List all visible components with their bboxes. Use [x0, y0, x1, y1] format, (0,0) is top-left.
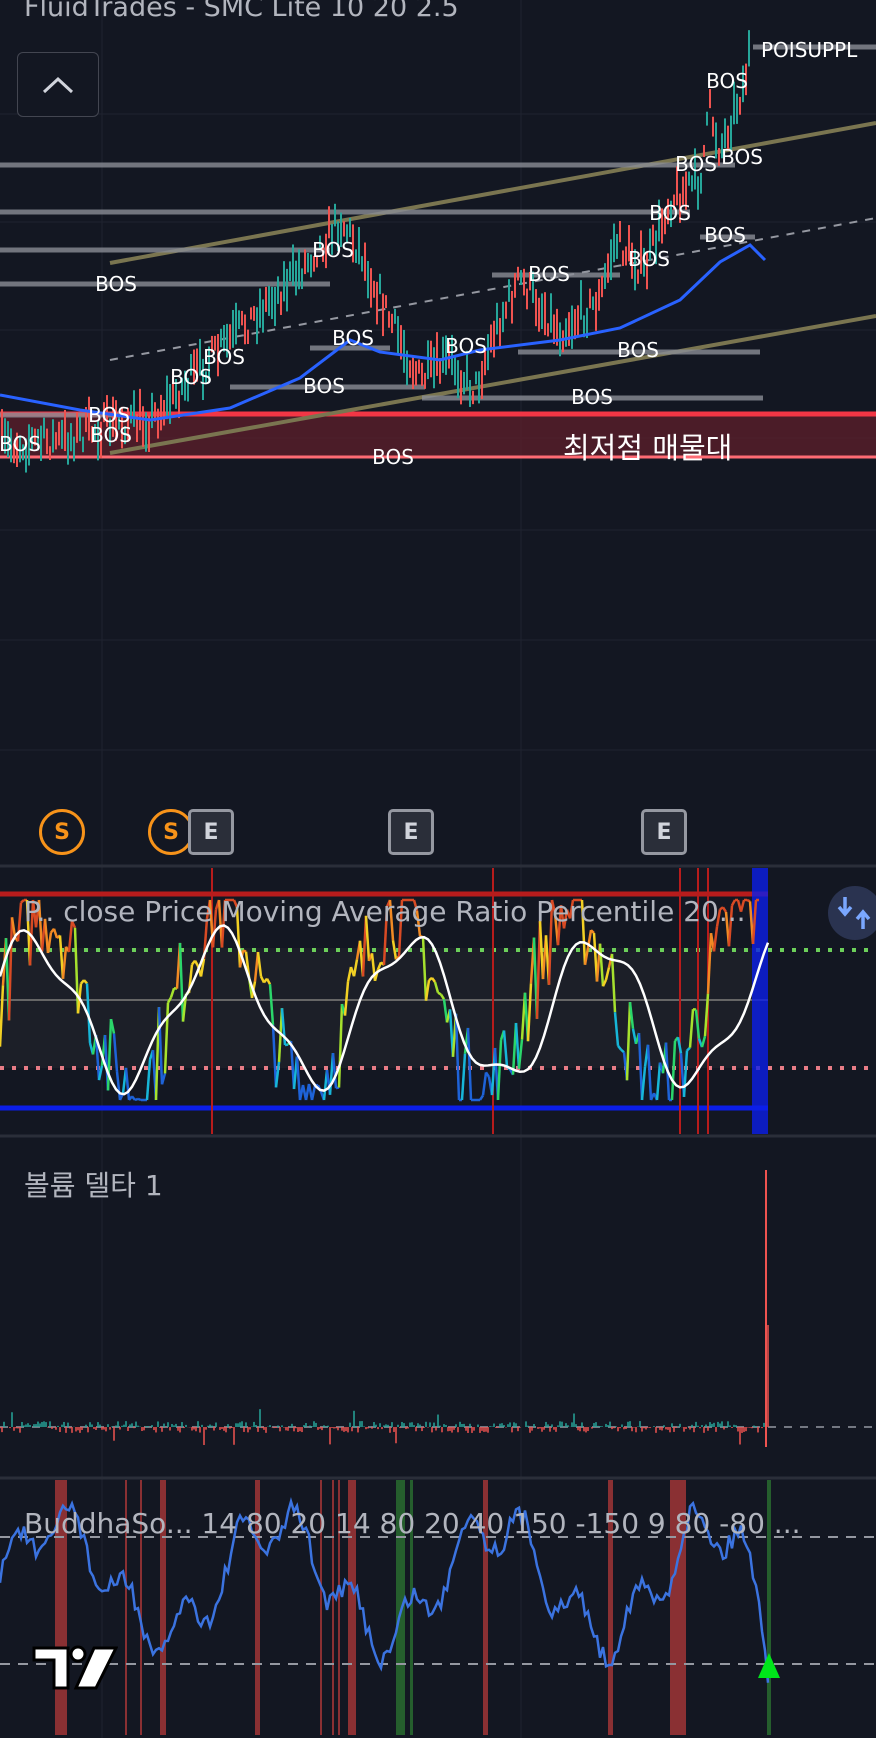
- event-e-marker[interactable]: E: [641, 809, 687, 855]
- bos-label: BOS: [0, 432, 41, 456]
- percentile-panel-label[interactable]: P.. close Price Moving Average Ratio Per…: [24, 895, 746, 928]
- bos-label: BOS: [332, 326, 374, 350]
- volume-delta-label[interactable]: 볼륨 델타 1: [24, 1164, 163, 1204]
- bos-label: BOS: [170, 365, 212, 389]
- chevron-up-icon: [42, 76, 74, 93]
- percentile-line: [335, 1086, 340, 1090]
- bos-label: BOS: [721, 145, 763, 169]
- bos-label: BOS: [675, 152, 717, 176]
- percentile-line: [310, 1085, 317, 1101]
- percentile-line: [655, 1062, 662, 1101]
- buy-signal-triangle: [758, 1653, 780, 1678]
- bos-label: BOS: [704, 223, 746, 247]
- collapse-button[interactable]: [17, 52, 99, 117]
- bos-label: BOS: [649, 201, 691, 225]
- percentile-line: [131, 1095, 136, 1101]
- tradingview-logo-icon: [32, 1645, 119, 1690]
- tradingview-logo[interactable]: [30, 1642, 119, 1696]
- percentile-line: [478, 1094, 485, 1101]
- buddha-panel-label[interactable]: BuddhaSo... 14 80 20 14 80 20 40 150 -15…: [24, 1507, 801, 1540]
- percentile-line: [746, 898, 751, 903]
- percentile-line: [124, 1067, 131, 1101]
- percentile-line: [640, 1066, 647, 1101]
- bos-label: BOS: [617, 338, 659, 362]
- bos-label: BOS: [628, 247, 670, 271]
- percentile-line: [115, 1071, 122, 1101]
- swap-panes-button[interactable]: [828, 886, 876, 940]
- event-s-marker[interactable]: S: [39, 809, 85, 855]
- chart-canvas[interactable]: [0, 0, 876, 1738]
- percentile-line: [52, 928, 59, 939]
- bos-label: BOS: [95, 272, 137, 296]
- indicator-title: FluidTrades - SMC Lite 10 20 2.5: [24, 0, 459, 23]
- bos-label: BOS: [312, 238, 354, 262]
- event-e-marker[interactable]: E: [388, 809, 434, 855]
- bos-label: BOS: [90, 423, 132, 447]
- bos-label: BOS: [528, 262, 570, 286]
- poi-supply-label: POISUPPL: [761, 38, 858, 62]
- percentile-line: [242, 949, 247, 953]
- channel-upper: [109, 121, 876, 265]
- zone-label: 최저점 매물대: [563, 431, 733, 465]
- bos-label: BOS: [303, 374, 345, 398]
- bos-label: BOS: [706, 69, 748, 93]
- percentile-line: [437, 991, 442, 996]
- percentile-line: [712, 926, 719, 952]
- event-e-marker[interactable]: E: [188, 809, 234, 855]
- bos-label: BOS: [372, 445, 414, 469]
- percentile-line: [134, 1097, 139, 1102]
- swap-panes-icon: [837, 897, 871, 929]
- bos-label: BOS: [445, 334, 487, 358]
- bos-label: BOS: [571, 385, 613, 409]
- percentile-line: [481, 1072, 488, 1096]
- percentile-line: [16, 902, 23, 942]
- percentile-line: [137, 1097, 142, 1102]
